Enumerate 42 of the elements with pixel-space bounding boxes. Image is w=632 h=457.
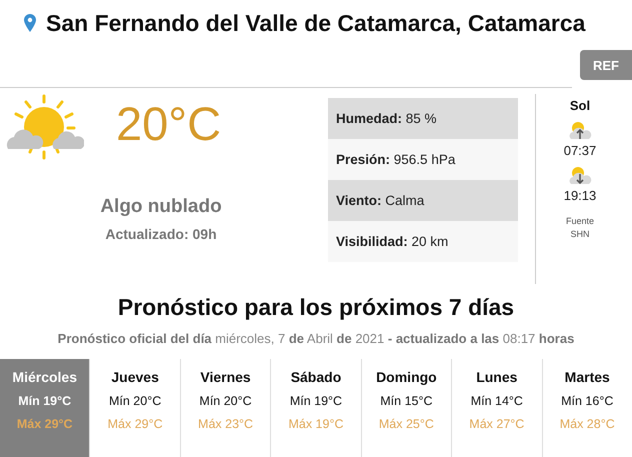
min-temperature: Mín 20°C	[199, 394, 252, 408]
day-name: Miércoles	[12, 369, 77, 385]
detail-row: Viento: Calma	[328, 180, 518, 221]
max-temperature: Máx 19°C	[288, 417, 344, 431]
max-temperature: Máx 25°C	[378, 417, 434, 431]
detail-row: Humedad: 85 %	[328, 98, 518, 139]
min-temperature: Mín 20°C	[109, 394, 162, 408]
max-temperature: Máx 29°C	[16, 417, 73, 431]
day-tab[interactable]: Miércoles Mín 19°C Máx 29°C	[0, 359, 90, 457]
max-temperature: Máx 23°C	[198, 417, 254, 431]
temperature: 20°C	[116, 96, 222, 151]
min-temperature: Mín 15°C	[380, 394, 433, 408]
sunrise-icon	[568, 119, 592, 141]
ref-button[interactable]: REF	[580, 50, 632, 80]
min-temperature: Mín 19°C	[18, 394, 72, 408]
day-name: Domingo	[376, 369, 437, 385]
max-temperature: Máx 28°C	[560, 417, 615, 431]
min-temperature: Mín 19°C	[290, 394, 342, 408]
day-tab[interactable]: Viernes Mín 20°C Máx 23°C	[180, 359, 270, 457]
min-temperature: Mín 14°C	[470, 394, 523, 408]
min-temperature: Mín 16°C	[561, 394, 614, 408]
day-name: Lunes	[476, 369, 518, 385]
sunset-icon	[568, 164, 592, 186]
sunrise-time: 07:37	[564, 143, 596, 158]
updated-text: Actualizado: 09h	[104, 226, 218, 242]
day-name: Jueves	[111, 369, 159, 385]
detail-row: Visibilidad: 20 km	[328, 221, 518, 262]
max-temperature: Máx 29°C	[108, 417, 163, 431]
source-label: Fuente	[566, 215, 594, 228]
location-pin-icon	[24, 14, 36, 32]
location-title: San Fernando del Valle de Catamarca, Catamarca	[46, 10, 586, 36]
day-name: Viernes	[200, 369, 251, 385]
forecast-title: Pronóstico para los próximos 7 días	[116, 294, 516, 321]
day-name: Martes	[564, 369, 610, 385]
forecast-subtitle: Pronóstico oficial del día miércoles, 7 de Abril de 2021 - actualizado a las 08:17 horas	[56, 331, 576, 346]
day-name: Sábado	[290, 369, 342, 385]
detail-row: Presión: 956.5 hPa	[328, 139, 518, 180]
condition-text: Algo nublado	[99, 196, 223, 218]
sun-title: Sol	[570, 98, 590, 113]
source-name: SHN	[569, 228, 590, 241]
max-temperature: Máx 27°C	[469, 417, 524, 431]
sunset-time: 19:13	[564, 188, 596, 203]
